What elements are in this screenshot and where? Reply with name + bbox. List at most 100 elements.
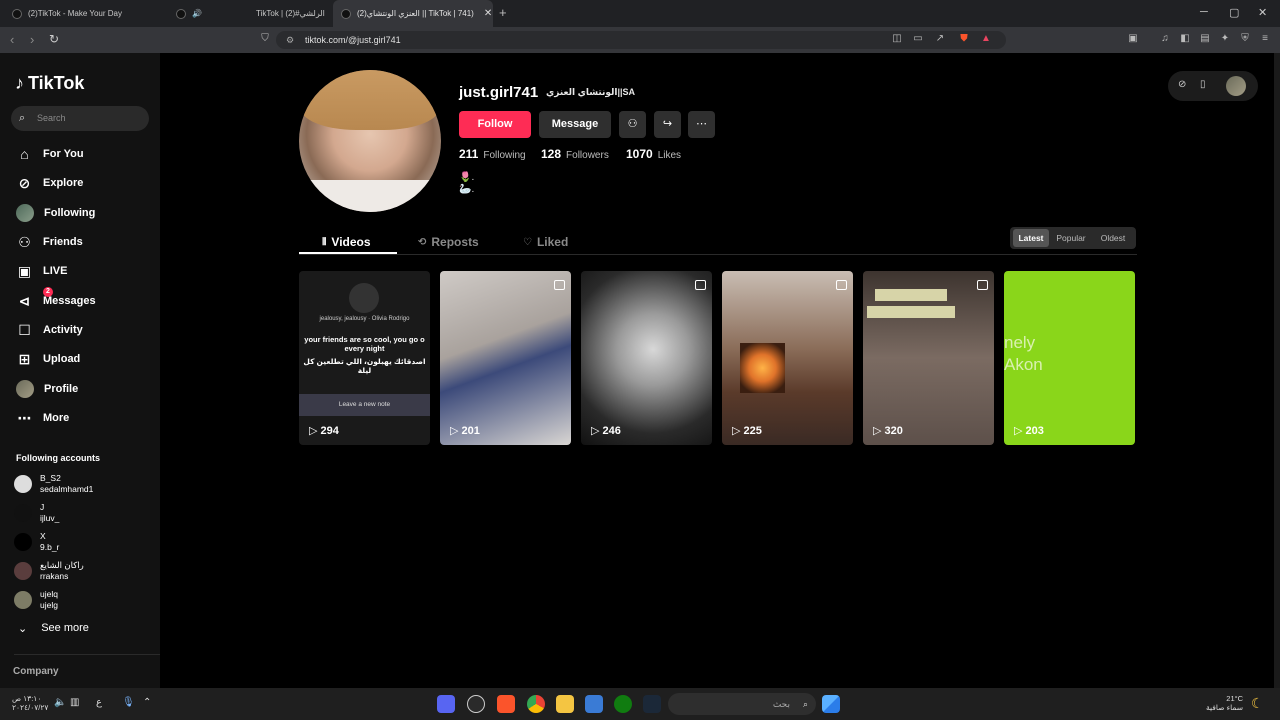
nav-friends[interactable]: ⚇ Friends xyxy=(16,232,83,252)
browser-tab-2[interactable]: 🔊 xyxy=(168,0,208,27)
nav-more[interactable]: ⋯ More xyxy=(16,408,70,428)
site-info-icon[interactable]: ⚙ xyxy=(286,31,294,49)
followers-label: Followers xyxy=(566,150,609,161)
nav-live[interactable]: ▣ LIVE xyxy=(16,261,68,281)
media-icon[interactable]: ◫ xyxy=(891,33,903,45)
network-icon[interactable]: ▥ xyxy=(70,697,79,708)
company-link[interactable]: Company xyxy=(13,666,59,677)
compass-icon: ⊘ xyxy=(18,174,31,191)
app-icon[interactable] xyxy=(467,695,485,713)
sort-latest[interactable]: Latest xyxy=(1013,229,1049,247)
view-count: ▷ 246 xyxy=(591,424,621,438)
video-caption: اصدقائك يهبلون، اللي تطلعين كل ليلة xyxy=(303,357,426,375)
sidebar-toggle-icon[interactable]: ▣ xyxy=(1127,33,1139,45)
bookmark-icon[interactable]: ⛉ xyxy=(259,33,271,45)
xbox-icon[interactable] xyxy=(614,695,632,713)
tab-videos[interactable]: ⦀ Videos xyxy=(322,232,371,252)
weather-widget[interactable]: 21°C سماء صافية xyxy=(1206,694,1243,712)
more-options-icon[interactable]: ⋯ xyxy=(688,111,715,138)
tab-label: TikTok | الرلشي#(2) xyxy=(256,9,325,18)
nav-explore[interactable]: ⊘ Explore xyxy=(16,173,84,193)
following-stat[interactable]: 211 Following xyxy=(459,147,526,161)
new-tab-button[interactable]: + xyxy=(499,5,507,20)
file-explorer-icon[interactable] xyxy=(556,695,574,713)
photo-carousel-icon xyxy=(977,280,988,290)
share-icon[interactable]: ↪ xyxy=(654,111,681,138)
panel-icon[interactable]: ◧ xyxy=(1179,33,1191,45)
scrollbar[interactable] xyxy=(1274,53,1280,688)
store-icon[interactable] xyxy=(585,695,603,713)
discord-icon[interactable] xyxy=(437,695,455,713)
reload-icon[interactable]: ↻ xyxy=(49,32,59,46)
video-card[interactable]: ▷ 246 xyxy=(581,271,712,445)
share-icon[interactable]: ↗ xyxy=(934,33,946,45)
vpn-icon[interactable]: ⛨ xyxy=(1239,33,1251,45)
avatar xyxy=(14,504,32,522)
close-tab-icon[interactable]: ✕ xyxy=(484,8,492,19)
sort-popular[interactable]: Popular xyxy=(1052,229,1090,247)
steam-icon[interactable] xyxy=(643,695,661,713)
home-icon: ⌂ xyxy=(20,145,29,162)
video-card[interactable]: ▷ 320 xyxy=(863,271,994,445)
tab-reposts[interactable]: ⟲ Reposts xyxy=(418,232,479,252)
nav-upload[interactable]: ⊞ Upload xyxy=(16,349,81,369)
nav-profile[interactable]: Profile xyxy=(16,379,78,399)
account-item[interactable]: Jijluv_ xyxy=(14,500,59,526)
user-avatar[interactable] xyxy=(1226,76,1246,96)
play-icon: ▷ xyxy=(591,425,600,437)
play-icon: ▷ xyxy=(873,425,882,437)
video-card[interactable]: jealousy, jealousy · Olivia Rodrigo your… xyxy=(299,271,430,445)
menu-icon[interactable]: ≡ xyxy=(1259,33,1271,45)
minimize-icon[interactable]: ─ xyxy=(1200,6,1208,18)
message-button[interactable]: Message xyxy=(539,111,611,138)
brave-shield-icon[interactable]: ⛊ xyxy=(958,33,970,45)
search-input[interactable]: ⌕ Search xyxy=(11,106,149,131)
see-more-button[interactable]: ⌄ See more xyxy=(18,622,89,635)
account-item[interactable]: B_S2 sedalmhamd1 xyxy=(14,471,93,497)
account-item[interactable]: ujelq ujelg xyxy=(14,587,58,613)
browser-tab-1[interactable]: (2)TikTok - Make Your Day xyxy=(4,0,164,27)
cast-icon[interactable]: ▭ xyxy=(912,33,924,45)
chrome-icon[interactable] xyxy=(527,695,545,713)
browser-tab-active[interactable]: (2)‏العنزي الونتشاي || TikTok | 741) ✕ xyxy=(333,0,493,27)
leo-icon[interactable]: ✦ xyxy=(1219,33,1231,45)
maximize-icon[interactable]: ▢ xyxy=(1229,6,1239,19)
wallet-icon[interactable]: ▤ xyxy=(1199,33,1211,45)
sort-oldest[interactable]: Oldest xyxy=(1094,229,1132,247)
windows-start-icon[interactable] xyxy=(822,695,840,713)
forward-icon[interactable]: › xyxy=(30,32,34,47)
browser-tab-3[interactable]: TikTok | الرلشي#(2) xyxy=(248,0,328,27)
add-friend-icon[interactable]: ⚇ xyxy=(619,111,646,138)
device-icon[interactable]: ▯ xyxy=(1200,79,1206,90)
following-avatar xyxy=(16,204,34,222)
nav-activity[interactable]: ☐ Activity xyxy=(16,320,83,340)
taskbar-search[interactable]: بحث ⌕ xyxy=(668,693,816,715)
back-icon[interactable]: ‹ xyxy=(10,32,14,47)
language-icon[interactable]: ع xyxy=(96,697,102,708)
rewards-icon[interactable]: ▲ xyxy=(980,33,992,45)
account-display: راكان الشايع xyxy=(40,560,84,570)
video-card[interactable]: ▷ 225 xyxy=(722,271,853,445)
volume-icon[interactable]: 🔈 xyxy=(54,697,66,708)
tiktok-icon xyxy=(341,8,351,19)
music-icon[interactable]: ♫ xyxy=(1159,33,1171,45)
coin-icon[interactable]: ⊘ xyxy=(1178,79,1186,90)
account-item[interactable]: راكان الشايع rrakans xyxy=(14,558,84,584)
brave-icon[interactable] xyxy=(497,695,515,713)
tab-liked[interactable]: ♡ Liked xyxy=(523,232,568,252)
following-label: Following xyxy=(483,150,526,161)
video-card[interactable]: nely Akon ▷ 203 xyxy=(1004,271,1135,445)
nav-for-you[interactable]: ⌂ For You xyxy=(16,144,83,164)
tiktok-logo[interactable]: ♪ TikTok xyxy=(15,73,84,94)
nav-messages[interactable]: ⊲ 2 Messages xyxy=(16,287,96,311)
follow-button[interactable]: Follow xyxy=(459,111,531,138)
clock[interactable]: ١٣:١٠ ص ٢٠٢٤/٠٧/٢٧ xyxy=(12,694,48,712)
chevron-up-icon[interactable]: ⌃ xyxy=(143,697,151,708)
nav-following[interactable]: Following xyxy=(16,203,95,223)
followers-stat[interactable]: 128 Followers xyxy=(541,147,609,161)
account-item[interactable]: X 9.b_r xyxy=(14,529,59,555)
close-window-icon[interactable]: ✕ xyxy=(1258,6,1267,19)
microphone-icon[interactable]: 🎙 xyxy=(122,697,135,708)
video-card[interactable]: ▷ 201 xyxy=(440,271,571,445)
view-count: ▷ 203 xyxy=(1014,424,1044,438)
